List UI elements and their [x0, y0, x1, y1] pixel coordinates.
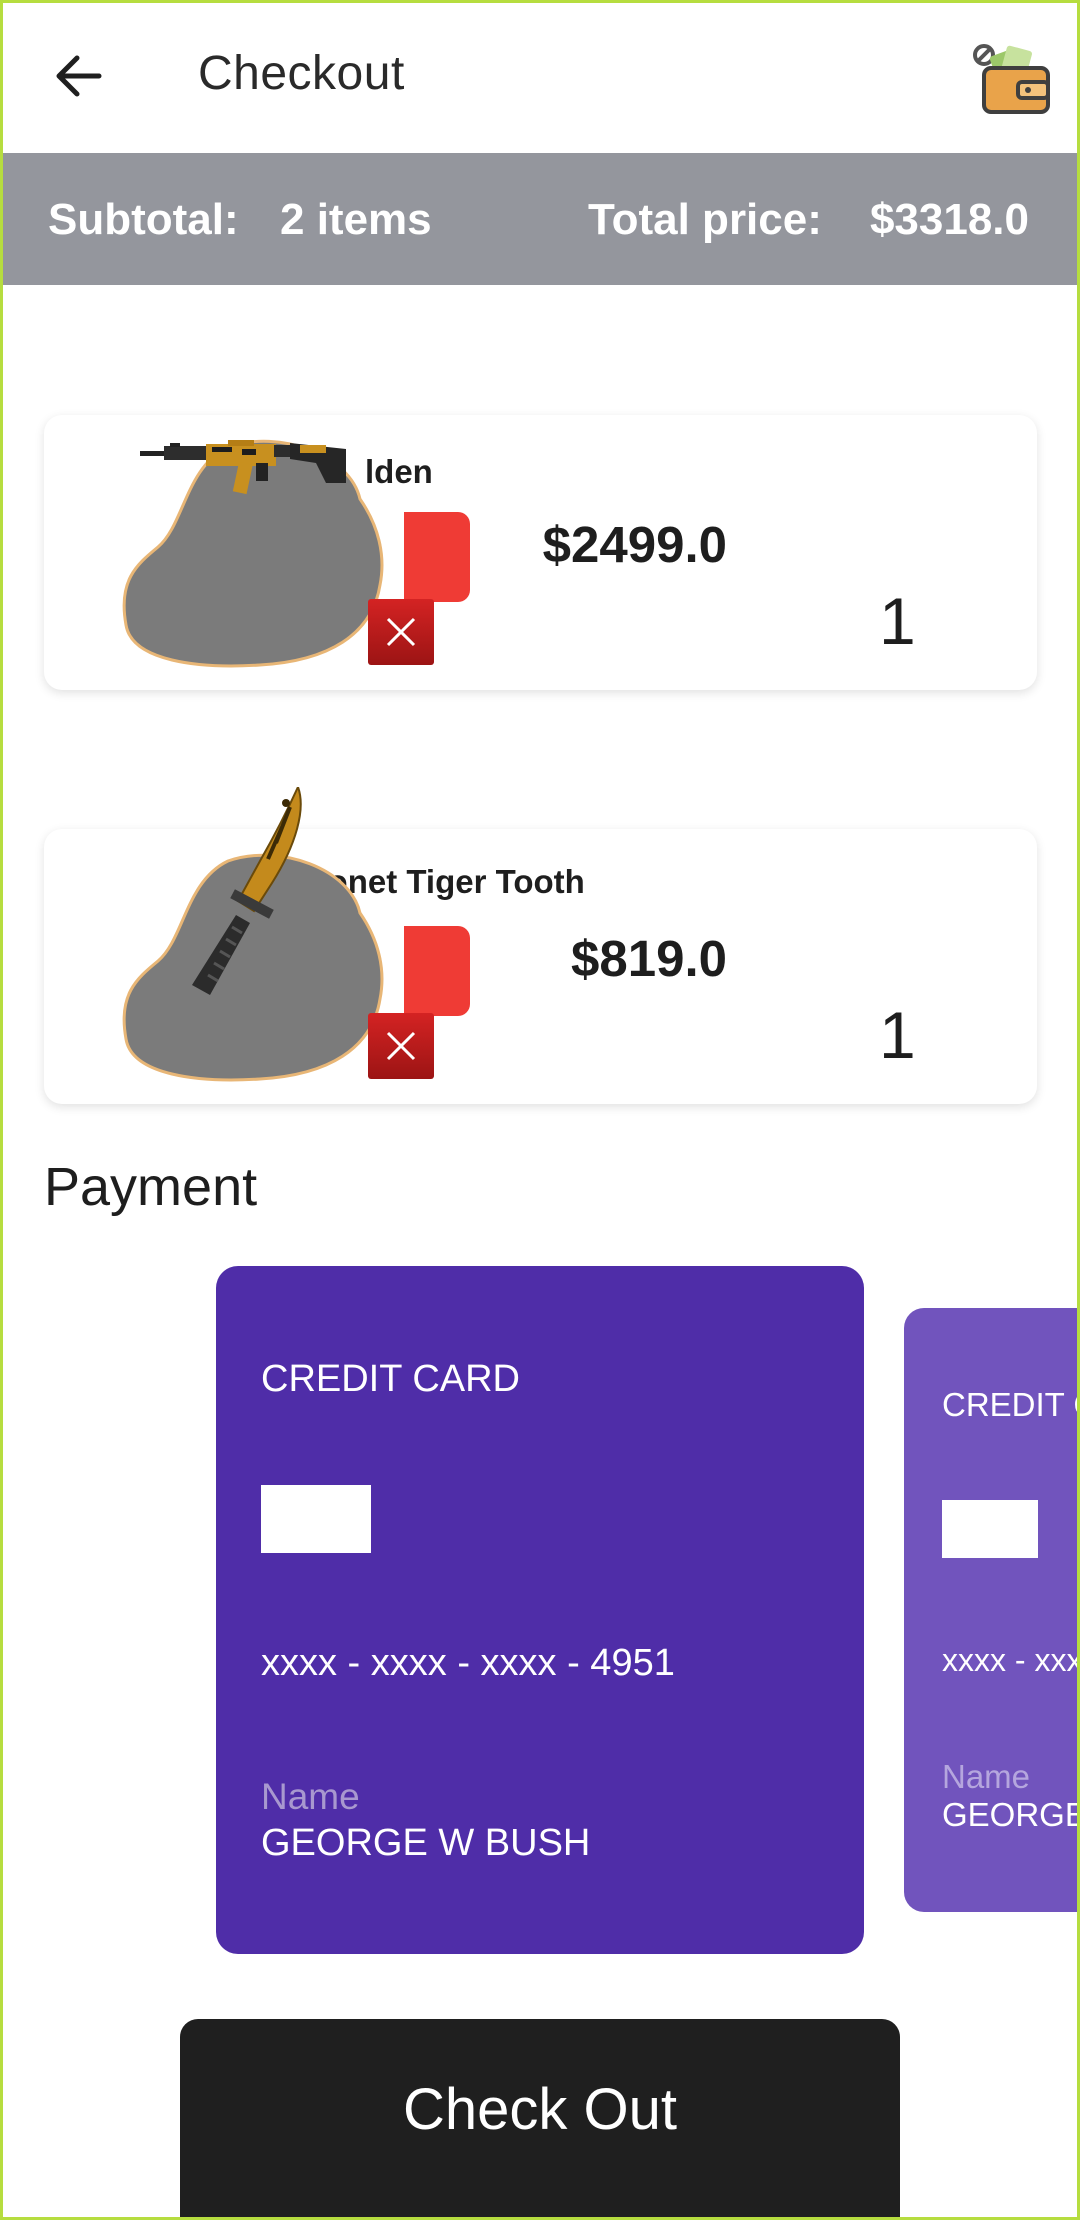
knife-icon — [192, 787, 302, 995]
total-price-label: Total price: — [588, 195, 822, 244]
card-type: CREDIT CARD — [261, 1358, 520, 1400]
card-holder-name: GEORGE W BUSH — [261, 1822, 591, 1864]
close-icon — [386, 1031, 416, 1061]
remove-item-button[interactable] — [368, 599, 434, 665]
page-title: Checkout — [198, 47, 405, 100]
credit-card-next[interactable]: CREDIT CARD xxxx - xxxx - xxxx Name GEOR… — [904, 1308, 1080, 1912]
back-button[interactable] — [42, 44, 114, 108]
card-chip — [261, 1485, 371, 1553]
subtotal-value: 2 items — [280, 195, 432, 244]
wallet-button[interactable] — [968, 38, 1052, 118]
payment-section-title: Payment — [44, 1157, 258, 1217]
rifle-icon — [140, 440, 346, 495]
card-number: xxxx - xxxx - xxxx - 4951 — [261, 1642, 675, 1684]
app-bar: Checkout — [0, 0, 1080, 153]
checkout-button[interactable]: Check Out — [180, 2019, 900, 2220]
card-holder-name: GEORGE — [942, 1796, 1080, 1833]
card-type: CREDIT CARD — [942, 1386, 1080, 1423]
cart-item-card[interactable]: M9 Bayonet Tiger Tooth $819.0 1 — [44, 787, 1037, 1104]
item-quantity: 1 — [879, 584, 916, 658]
order-summary-bar: Subtotal: 2 items Total price: $3318.0 — [0, 153, 1080, 285]
wallet-icon — [973, 44, 1050, 114]
item-price: $2499.0 — [542, 516, 727, 573]
card-number: xxxx - xxxx - xxxx — [942, 1642, 1080, 1678]
close-icon — [386, 617, 416, 647]
credit-card-selected[interactable]: CREDIT CARD xxxx - xxxx - xxxx - 4951 Na… — [216, 1266, 864, 1954]
remove-item-button[interactable] — [368, 1013, 434, 1079]
card-name-label: Name — [942, 1758, 1031, 1795]
item-price: $819.0 — [571, 930, 727, 987]
arrow-back-icon — [56, 55, 102, 97]
card-chip — [942, 1500, 1038, 1558]
subtotal-label: Subtotal: — [48, 195, 239, 244]
cart-item-card[interactable]: lden $2499.0 1 — [44, 415, 1037, 690]
card-name-label: Name — [261, 1776, 360, 1817]
total-price-value: $3318.0 — [869, 195, 1029, 244]
item-quantity: 1 — [879, 998, 916, 1072]
